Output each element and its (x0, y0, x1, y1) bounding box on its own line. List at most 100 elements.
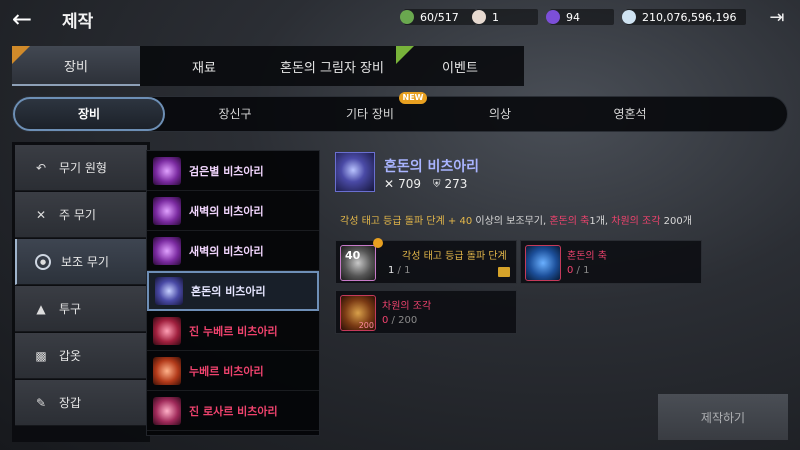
item-stats: ✕ 709 ⛨ 273 (384, 177, 467, 191)
resource-value: 94 (566, 10, 580, 24)
item-name: 진 누베르 비츠아리 (189, 324, 278, 338)
shield-icon: ⛨ (432, 178, 441, 190)
arrow-left-icon[interactable]: ← (12, 6, 42, 32)
category-label: 보조 무기 (61, 255, 109, 269)
list-item[interactable]: 진 누베르 비츠아리 (147, 311, 319, 351)
crossed-swords-icon: ✕ (35, 207, 47, 222)
material-name: 차원의 조각 (382, 301, 432, 312)
new-badge: NEW (399, 92, 427, 104)
defense-value: 273 (444, 177, 468, 191)
selected-item-name: 혼돈의 비츠아리 (384, 159, 480, 175)
req-awaken: 각성 (340, 216, 359, 227)
req-dimension-fragment: 차원의 조각 (611, 216, 661, 227)
helmet-icon: ▲ (36, 301, 46, 316)
subtab-soulstone[interactable]: 영혼석 (565, 97, 695, 131)
tab-event[interactable]: 이벤트 (396, 46, 524, 86)
event-ribbon-icon (396, 46, 414, 64)
category-label: 무기 원형 (59, 161, 107, 175)
material-slot[interactable]: 200 차원의 조각 0 / 200 (335, 290, 517, 334)
top-bar: ← 제작 60/517 1 94 210,076,596,196 ⇥ (0, 0, 800, 38)
item-list: 검은별 비츠아리 새벽의 비츠아리 새벽의 비츠아리 혼돈의 비츠아리 진 누베… (146, 150, 320, 436)
material-slot[interactable]: 40 각성 태고 등급 돌파 단계 1 / 1 (335, 238, 517, 284)
tab-equipment[interactable]: 장비 (12, 46, 140, 86)
tab-label: 혼돈의 그림자 장비 (280, 60, 384, 76)
req-chaos-axis: 혼돈의 축 (549, 216, 590, 227)
category-weapon-base[interactable]: ↶ 무기 원형 (15, 145, 147, 191)
list-item[interactable]: 새벽의 비츠아리 (147, 191, 319, 231)
item-name: 누베르 비츠아리 (189, 364, 264, 378)
tab-materials[interactable]: 재료 (140, 46, 268, 86)
resource-silver: 210,076,596,196 (622, 9, 746, 25)
alert-dot-icon (373, 238, 383, 248)
exit-icon[interactable]: ⇥ (766, 6, 788, 30)
enhance-badge: 40 (345, 249, 361, 262)
tab-label: 이벤트 (442, 60, 478, 76)
purple-orb-icon (546, 10, 560, 24)
item-name: 새벽의 비츠아리 (189, 204, 264, 218)
item-name: 진 로사르 비츠아리 (189, 404, 278, 418)
subtab-costume[interactable]: 의상 (435, 97, 565, 131)
green-gem-icon (400, 10, 414, 24)
category-gloves[interactable]: ✎ 장갑 (15, 380, 147, 426)
inventory-icon (498, 267, 510, 277)
tab-chaos-shadow-equipment[interactable]: 혼돈의 그림자 장비 (268, 46, 396, 86)
resource-purple-orb: 94 (546, 9, 614, 25)
silver-coin-icon (622, 10, 636, 24)
category-label: 갑옷 (59, 349, 82, 363)
category-main-weapon[interactable]: ✕ 주 무기 (15, 192, 147, 238)
item-thumbnail (153, 356, 181, 385)
req-text: 이상의 보조무기, (475, 216, 547, 227)
dimension-fragment-icon: 200 (340, 295, 376, 331)
item-name: 새벽의 비츠아리 (189, 244, 264, 258)
material-count: 0 / 200 (382, 315, 418, 326)
item-thumbnail (155, 277, 183, 305)
chaos-axis-icon (525, 245, 561, 281)
material-count: 0 / 1 (567, 265, 590, 276)
resource-value: 210,076,596,196 (642, 10, 737, 24)
main-tabs: 장비 재료 혼돈의 그림자 장비 이벤트 (12, 46, 524, 86)
list-item[interactable]: 검은별 비츠아리 (147, 151, 319, 191)
selected-item-icon (335, 152, 375, 192)
resource-pearl: 1 (472, 9, 538, 25)
list-item[interactable]: 새벽의 비츠아리 (147, 231, 319, 271)
category-sub-weapon[interactable]: ● 보조 무기 (15, 239, 147, 285)
req-text: 1개, (589, 216, 609, 227)
category-list: ↶ 무기 원형 ✕ 주 무기 ● 보조 무기 ▲ 투구 ▩ 갑옷 ✎ 장갑 (12, 142, 150, 442)
item-thumbnail (153, 196, 181, 225)
item-thumbnail (153, 156, 181, 185)
tab-label: 장비 (64, 59, 88, 75)
fragment-qty: 200 (358, 321, 374, 330)
material-name: 혼돈의 축 (567, 251, 607, 262)
crossed-swords-icon: ✕ (384, 177, 395, 191)
resource-green-gem: 60/517 (400, 9, 476, 25)
category-label: 투구 (59, 302, 82, 316)
material-count: 1 / 1 (388, 265, 411, 276)
glove-icon: ✎ (35, 395, 47, 410)
req-text: 200개 (663, 216, 692, 227)
list-item-selected[interactable]: 혼돈의 비츠아리 (147, 271, 319, 311)
attack-value: 709 (398, 177, 421, 191)
base-weapon-icon: 40 (340, 245, 376, 281)
item-name: 혼돈의 비츠아리 (191, 285, 266, 298)
target-icon: ● (35, 253, 51, 270)
category-armor[interactable]: ▩ 갑옷 (15, 333, 147, 379)
tab-label: 재료 (192, 60, 216, 76)
resource-value: 60/517 (420, 10, 459, 24)
pearl-icon (472, 10, 486, 24)
category-label: 장갑 (59, 396, 82, 410)
req-breakthrough: 태고 등급 돌파 단계 + 40 (361, 216, 473, 227)
item-thumbnail (153, 316, 181, 345)
subtab-accessories[interactable]: 장신구 (165, 97, 305, 131)
category-helmet[interactable]: ▲ 투구 (15, 286, 147, 332)
undo-icon: ↶ (35, 160, 47, 175)
subtab-equipment[interactable]: 장비 (13, 97, 165, 131)
category-label: 주 무기 (59, 208, 96, 222)
item-thumbnail (153, 396, 181, 425)
armor-icon: ▩ (35, 348, 47, 363)
page-title: 제작 (62, 12, 94, 32)
list-item[interactable]: 누베르 비츠아리 (147, 351, 319, 391)
craft-button[interactable]: 제작하기 (658, 394, 788, 440)
list-item[interactable]: 진 로사르 비츠아리 (147, 391, 319, 431)
material-slot[interactable]: 혼돈의 축 0 / 1 (520, 240, 702, 284)
item-name: 검은별 비츠아리 (189, 164, 264, 178)
